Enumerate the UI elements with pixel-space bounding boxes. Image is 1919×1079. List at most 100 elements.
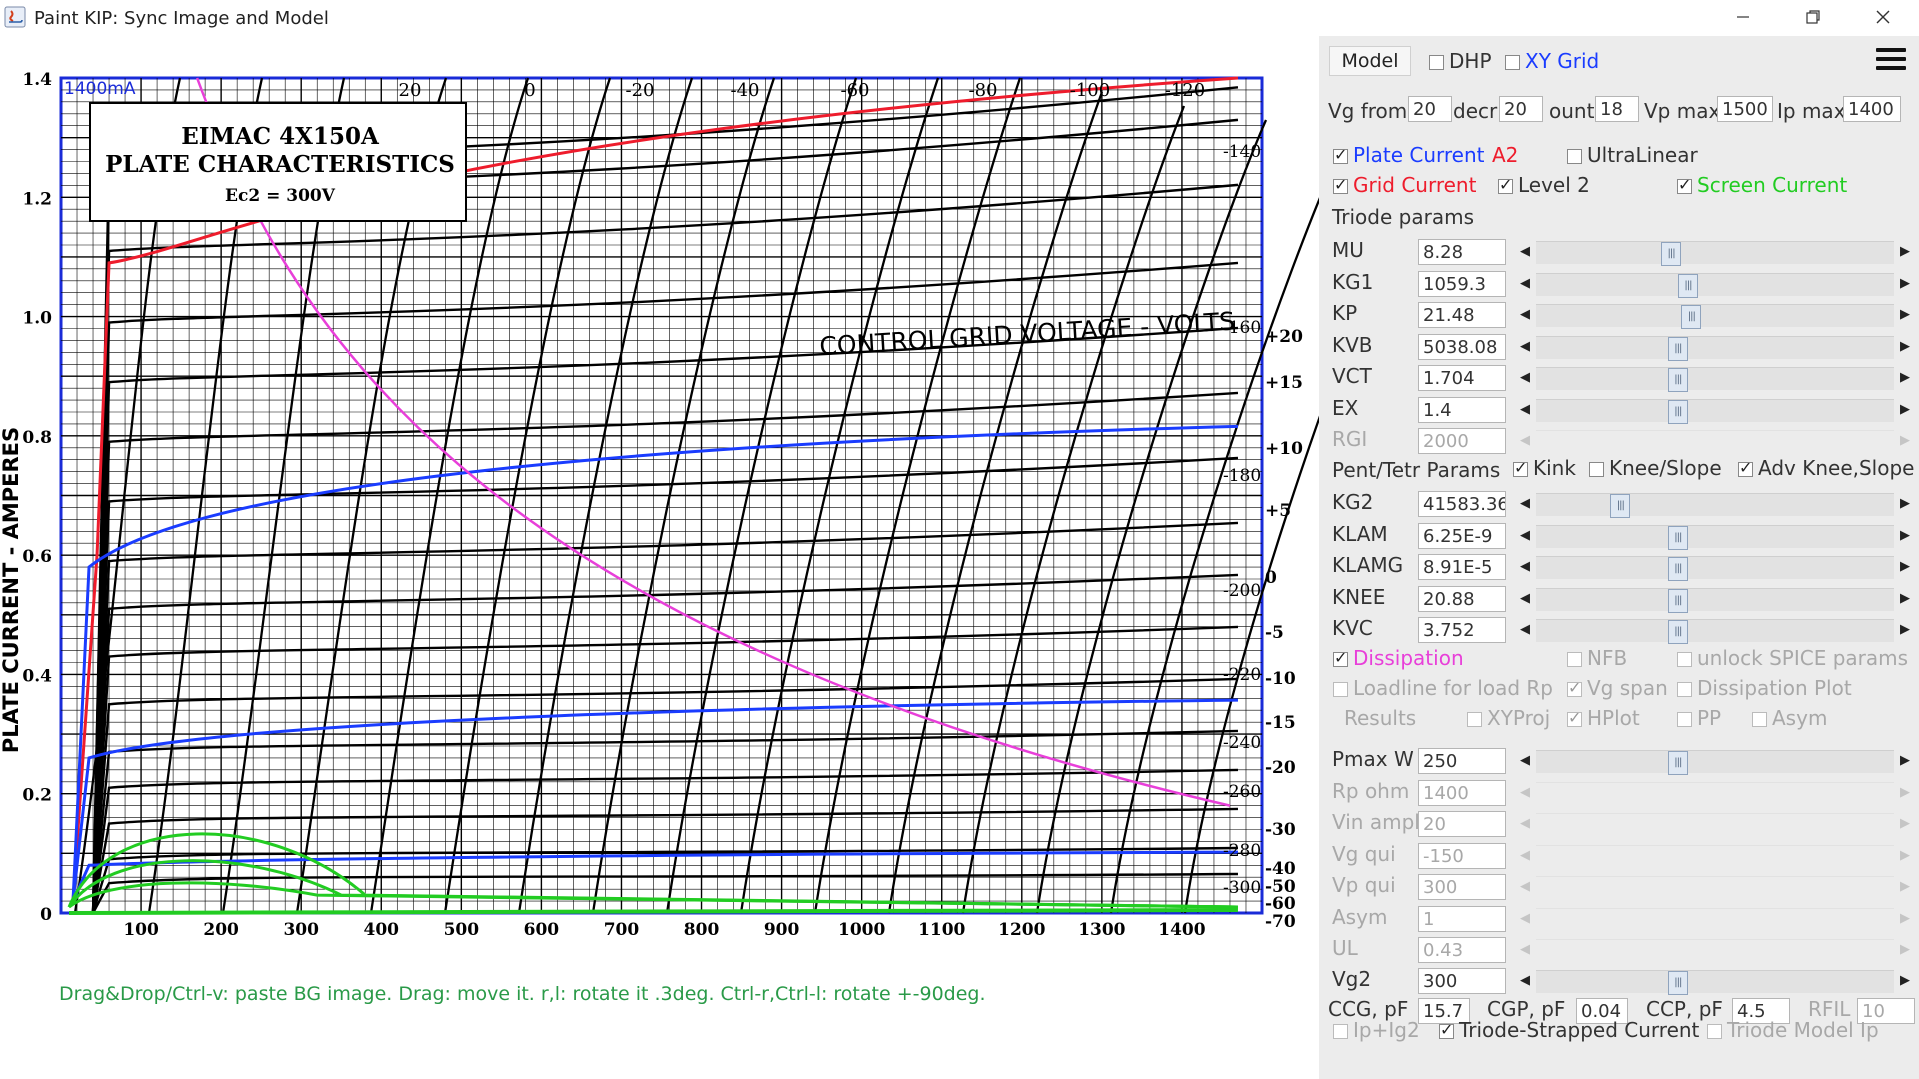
param-klamg-input[interactable]: 8.91E-5 — [1418, 554, 1506, 580]
slider-left-arrow-icon[interactable]: ◀ — [1516, 302, 1534, 328]
slider-right-arrow-icon[interactable]: ▶ — [1896, 617, 1914, 643]
param-pmax-w-slider[interactable]: ◀ ||| ▶ — [1516, 748, 1916, 775]
vp-max-input[interactable]: 1500 — [1717, 96, 1773, 122]
hplot-checkbox[interactable] — [1567, 708, 1582, 727]
slider-left-arrow-icon[interactable]: ◀ — [1516, 617, 1534, 643]
param-kp-input[interactable]: 21.48 — [1418, 302, 1506, 328]
param-kvc-input[interactable]: 3.752 — [1418, 617, 1506, 643]
slider-track[interactable]: ||| — [1536, 970, 1894, 995]
param-ex-slider[interactable]: ◀ ||| ▶ — [1516, 397, 1916, 424]
minimize-button[interactable] — [1708, 0, 1778, 34]
param-kvb-slider[interactable]: ◀ ||| ▶ — [1516, 334, 1916, 361]
param-mu-slider[interactable]: ◀ ||| ▶ — [1516, 239, 1916, 266]
plate-current-checkbox[interactable] — [1333, 145, 1348, 164]
pp-checkbox[interactable] — [1677, 712, 1692, 727]
param-ex-input[interactable]: 1.4 — [1418, 397, 1506, 423]
hamburger-menu-icon[interactable] — [1876, 48, 1906, 76]
param-klamg-slider[interactable]: ◀ ||| ▶ — [1516, 554, 1916, 581]
slider-track[interactable]: ||| — [1536, 273, 1894, 298]
adv-knee-slope-checkbox[interactable] — [1738, 458, 1753, 477]
slider-right-arrow-icon[interactable]: ▶ — [1896, 365, 1914, 391]
close-button[interactable] — [1848, 0, 1918, 34]
slider-left-arrow-icon[interactable]: ◀ — [1516, 523, 1534, 549]
ultralinear-checkbox[interactable] — [1567, 149, 1582, 164]
param-vg2-slider[interactable]: ◀ ||| ▶ — [1516, 968, 1916, 995]
param-kp-slider[interactable]: ◀ ||| ▶ — [1516, 302, 1916, 329]
param-vct-slider[interactable]: ◀ ||| ▶ — [1516, 365, 1916, 392]
slider-right-arrow-icon[interactable]: ▶ — [1896, 302, 1914, 328]
xy-grid-checkbox[interactable] — [1505, 55, 1520, 70]
triode-model-ip-checkbox[interactable] — [1707, 1024, 1722, 1039]
knee-slope-checkbox[interactable] — [1589, 462, 1604, 477]
slider-right-arrow-icon[interactable]: ▶ — [1896, 968, 1914, 994]
slider-track[interactable]: ||| — [1536, 493, 1894, 518]
param-kvb-input[interactable]: 5038.08 — [1418, 334, 1506, 360]
model-button[interactable]: Model — [1329, 46, 1411, 76]
slider-track[interactable]: ||| — [1536, 304, 1894, 329]
slider-thumb[interactable]: ||| — [1667, 971, 1688, 995]
slider-right-arrow-icon[interactable]: ▶ — [1896, 748, 1914, 774]
dissipation-plot-checkbox[interactable] — [1677, 682, 1692, 697]
slider-track[interactable]: ||| — [1536, 241, 1894, 266]
slider-right-arrow-icon[interactable]: ▶ — [1896, 586, 1914, 612]
asym-checkbox[interactable] — [1752, 712, 1767, 727]
triode-strapped-current-checkbox[interactable] — [1439, 1020, 1454, 1039]
slider-right-arrow-icon[interactable]: ▶ — [1896, 334, 1914, 360]
slider-thumb[interactable]: ||| — [1610, 494, 1631, 518]
param-kg2-slider[interactable]: ◀ ||| ▶ — [1516, 491, 1916, 518]
screen-current-checkbox[interactable] — [1677, 175, 1692, 194]
slider-thumb[interactable]: ||| — [1667, 557, 1688, 581]
dhp-checkbox[interactable] — [1429, 55, 1444, 70]
slider-thumb[interactable]: ||| — [1667, 589, 1688, 613]
vg-span-checkbox[interactable] — [1567, 678, 1582, 697]
slider-left-arrow-icon[interactable]: ◀ — [1516, 334, 1534, 360]
param-vg2-input[interactable]: 300 — [1418, 968, 1506, 994]
slider-thumb[interactable]: ||| — [1667, 400, 1688, 424]
slider-right-arrow-icon[interactable]: ▶ — [1896, 397, 1914, 423]
param-kg1-slider[interactable]: ◀ ||| ▶ — [1516, 271, 1916, 298]
slider-left-arrow-icon[interactable]: ◀ — [1516, 271, 1534, 297]
loadline-checkbox[interactable] — [1333, 682, 1348, 697]
param-klam-input[interactable]: 6.25E-9 — [1418, 523, 1506, 549]
param-klam-slider[interactable]: ◀ ||| ▶ — [1516, 523, 1916, 550]
ip-max-input[interactable]: 1400 — [1843, 96, 1901, 122]
slider-left-arrow-icon[interactable]: ◀ — [1516, 491, 1534, 517]
slider-left-arrow-icon[interactable]: ◀ — [1516, 748, 1534, 774]
slider-left-arrow-icon[interactable]: ◀ — [1516, 968, 1534, 994]
slider-track[interactable]: ||| — [1536, 336, 1894, 361]
slider-track[interactable]: ||| — [1536, 367, 1894, 392]
param-vct-input[interactable]: 1.704 — [1418, 365, 1506, 391]
slider-thumb[interactable]: ||| — [1667, 620, 1688, 644]
param-knee-input[interactable]: 20.88 — [1418, 586, 1506, 612]
kink-checkbox[interactable] — [1513, 458, 1528, 477]
slider-track[interactable]: ||| — [1536, 588, 1894, 613]
count-input[interactable]: 18 — [1595, 96, 1639, 122]
slider-track[interactable]: ||| — [1536, 525, 1894, 550]
param-knee-slider[interactable]: ◀ ||| ▶ — [1516, 586, 1916, 613]
decr-input[interactable]: 20 — [1499, 96, 1543, 122]
ip-ig2-checkbox[interactable] — [1333, 1024, 1348, 1039]
slider-right-arrow-icon[interactable]: ▶ — [1896, 523, 1914, 549]
slider-right-arrow-icon[interactable]: ▶ — [1896, 554, 1914, 580]
slider-left-arrow-icon[interactable]: ◀ — [1516, 586, 1534, 612]
param-mu-input[interactable]: 8.28 — [1418, 239, 1506, 265]
param-pmax-w-input[interactable]: 250 — [1418, 748, 1506, 774]
grid-current-checkbox[interactable] — [1333, 175, 1348, 194]
slider-thumb[interactable]: ||| — [1681, 305, 1702, 329]
param-kg2-input[interactable]: 41583.36 — [1418, 491, 1506, 517]
slider-track[interactable]: ||| — [1536, 619, 1894, 644]
nfb-checkbox[interactable] — [1567, 652, 1582, 667]
slider-left-arrow-icon[interactable]: ◀ — [1516, 365, 1534, 391]
slider-thumb[interactable]: ||| — [1667, 337, 1688, 361]
slider-thumb[interactable]: ||| — [1677, 274, 1698, 298]
vg-from-input[interactable]: 20 — [1408, 96, 1452, 122]
slider-left-arrow-icon[interactable]: ◀ — [1516, 397, 1534, 423]
param-kg1-input[interactable]: 1059.3 — [1418, 271, 1506, 297]
slider-right-arrow-icon[interactable]: ▶ — [1896, 491, 1914, 517]
slider-left-arrow-icon[interactable]: ◀ — [1516, 239, 1534, 265]
slider-track[interactable]: ||| — [1536, 750, 1894, 775]
restore-button[interactable] — [1778, 0, 1848, 34]
unlock-spice-checkbox[interactable] — [1677, 652, 1692, 667]
slider-thumb[interactable]: ||| — [1661, 242, 1682, 266]
slider-right-arrow-icon[interactable]: ▶ — [1896, 239, 1914, 265]
